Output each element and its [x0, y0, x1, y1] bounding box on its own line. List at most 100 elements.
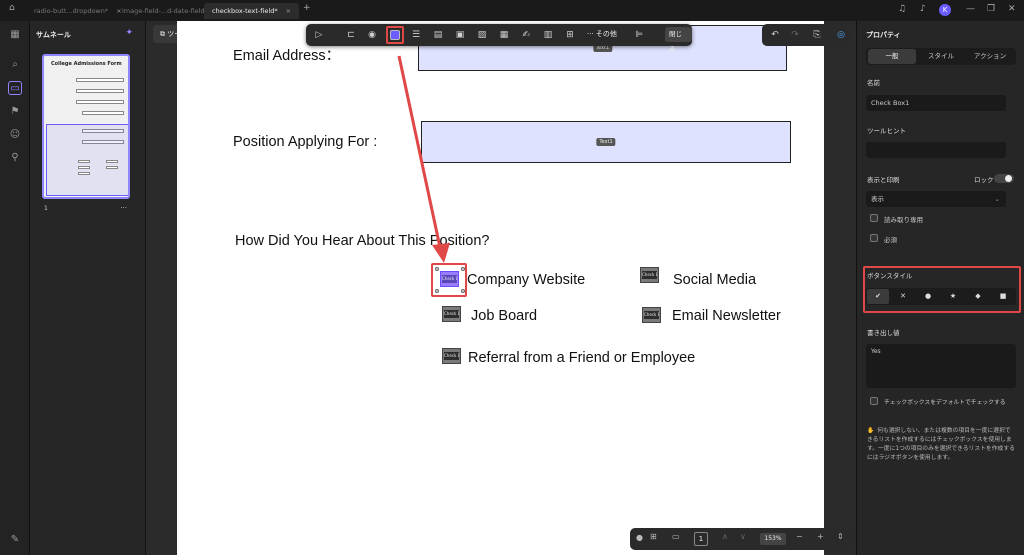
avatar[interactable]: K [939, 4, 951, 16]
grid-icon[interactable]: ⊞ [563, 28, 577, 42]
button-icon[interactable]: ▣ [453, 28, 467, 42]
comment-icon[interactable]: ☺ [8, 128, 22, 142]
required-label: 必須 [884, 236, 897, 244]
search-icon[interactable]: ⌕ [8, 58, 22, 72]
fit-width-icon[interactable]: ⇕ [837, 532, 844, 541]
fit-page-icon[interactable]: ⊞ [650, 532, 657, 541]
select-icon[interactable]: ▷ [312, 28, 326, 42]
question-label: How Did You Hear About This Position? [235, 233, 490, 249]
signature-icon[interactable]: ✍ [519, 28, 533, 42]
thumb-checkbox [106, 166, 118, 169]
tab-action[interactable]: アクション [966, 49, 1014, 64]
bookmark-icon[interactable]: ⚑ [8, 105, 22, 119]
checkbox-job-board[interactable]: Check Box [442, 306, 461, 322]
field-tag: Text1 [596, 138, 616, 146]
add-tab-button[interactable]: + [303, 3, 311, 13]
align-icon[interactable]: ⊫ [632, 28, 646, 42]
style-square-button[interactable]: ■ [992, 289, 1014, 304]
style-check-button[interactable]: ✔ [867, 289, 889, 304]
resize-handle[interactable] [435, 289, 439, 293]
radio-button-icon[interactable]: ◉ [365, 28, 379, 42]
export-value-input[interactable]: Yes [866, 344, 1016, 388]
image-icon[interactable]: ▨ [475, 28, 489, 42]
resize-handle[interactable] [461, 267, 465, 271]
prev-page-icon[interactable]: ∧ [722, 532, 728, 541]
apps-icon[interactable]: ▦ [8, 28, 22, 42]
style-star-button[interactable]: ★ [942, 289, 964, 304]
thumb-field [76, 89, 124, 93]
style-cross-button[interactable]: ✕ [892, 289, 914, 304]
tab-general[interactable]: 一般 [868, 49, 916, 64]
text-field-icon[interactable]: ⊏ [344, 28, 358, 42]
thumb-checkbox [78, 166, 90, 169]
checkbox-email-newsletter[interactable]: Check Box [642, 307, 661, 323]
style-circle-button[interactable]: ● [917, 289, 939, 304]
page-input[interactable]: 1 [694, 532, 708, 546]
option-label: Company Website [467, 272, 586, 288]
readonly-checkbox[interactable] [870, 214, 878, 222]
restore-icon[interactable]: ❐ [987, 4, 995, 14]
document-page: Email Address： Text1 Position Applying F… [177, 21, 824, 555]
home-icon[interactable]: ⌂ [9, 3, 15, 13]
zoom-in-button[interactable]: + [817, 532, 824, 541]
bell-icon[interactable]: ♪ [920, 4, 926, 14]
button-style-selector: ✔ ✕ ● ★ ◆ ■ [866, 288, 1016, 305]
clipboard-icon[interactable]: ⎘ [810, 28, 824, 42]
present-icon[interactable]: ▭ [672, 532, 680, 541]
date-icon[interactable]: ▦ [497, 28, 511, 42]
list-box-icon[interactable]: ▤ [431, 28, 445, 42]
position-text-field[interactable]: Text1 [421, 121, 791, 163]
notification-icon[interactable]: ♫ [898, 4, 906, 14]
style-diamond-button[interactable]: ◆ [967, 289, 989, 304]
title-bar: ⌂ radio-butt...dropdown* × image-field-..… [0, 0, 1024, 21]
checkbox-social-media[interactable]: Check Box [640, 267, 659, 283]
next-page-icon[interactable]: ∨ [740, 532, 746, 541]
record-icon[interactable]: ● [636, 533, 643, 542]
barcode-icon[interactable]: ▥ [541, 28, 555, 42]
display-select[interactable]: 表示 ⌄ [866, 191, 1006, 207]
option-label: Referral from a Friend or Employee [468, 350, 696, 366]
help-hint: ✋ 何も選択しない、または複数の項目を一度に選択できるリストを作成するにはチェック… [867, 428, 1015, 461]
thumbnail-icon[interactable]: ▭ [8, 81, 22, 95]
zoom-bar: ● ⊞ ▭ 1 ∧ ∨ 153% − + ⇕ [630, 528, 854, 550]
minimize-icon[interactable]: — [966, 4, 975, 14]
name-input[interactable]: Check Box1 [866, 95, 1006, 111]
tab-checkbox-text-field[interactable]: checkbox-text-field* × [204, 3, 300, 19]
checkbox-tool-button[interactable] [386, 26, 404, 44]
option-label: Social Media [673, 272, 757, 288]
required-checkbox[interactable] [870, 234, 878, 242]
undo-icon[interactable]: ↶ [768, 28, 782, 42]
resize-handle[interactable] [461, 289, 465, 293]
dropdown-icon[interactable]: ☰ [409, 28, 423, 42]
chevron-down-icon: ⌄ [994, 195, 1000, 203]
default-check-label: チェックボックスをデフォルトでチェックする [884, 400, 1006, 406]
history-toolbar: ↶ ↷ ⎘ ◎ [762, 24, 852, 46]
close-window-icon[interactable]: ✕ [1008, 4, 1016, 14]
tab-style[interactable]: スタイル [917, 49, 965, 64]
more-options-icon[interactable]: ··· [120, 204, 127, 212]
attachment-icon[interactable]: ⚲ [8, 151, 22, 165]
close-button[interactable]: 閉じる [665, 27, 692, 53]
page-thumbnail[interactable]: College Admissions Form [42, 54, 130, 199]
tooltip-label: ツールヒント [867, 127, 906, 135]
zoom-out-button[interactable]: − [796, 532, 803, 541]
redo-icon[interactable]: ↷ [788, 28, 802, 42]
checkbox-referral[interactable]: Check Box [442, 348, 461, 364]
tooltip-input[interactable] [866, 142, 1006, 158]
help-icon[interactable]: ✎ [8, 533, 22, 547]
ai-icon[interactable]: ◎ [834, 28, 848, 42]
lock-toggle[interactable] [994, 174, 1014, 183]
checkbox-company-website[interactable]: Check Box [440, 271, 459, 287]
thumb-field [82, 111, 124, 115]
option-label: Job Board [471, 308, 538, 324]
thumb-checkbox [106, 160, 118, 163]
default-check-checkbox[interactable] [870, 397, 878, 405]
pin-icon[interactable]: ✦ [125, 28, 133, 38]
close-icon[interactable]: × [286, 7, 291, 15]
more-button[interactable]: ··· その他 [587, 29, 617, 39]
resize-handle[interactable] [435, 267, 439, 271]
option-label: Email Newsletter [672, 308, 781, 324]
readonly-label: 読み取り専用 [884, 216, 923, 224]
zoom-level[interactable]: 153% [760, 533, 786, 545]
name-label: 名前 [867, 79, 880, 87]
